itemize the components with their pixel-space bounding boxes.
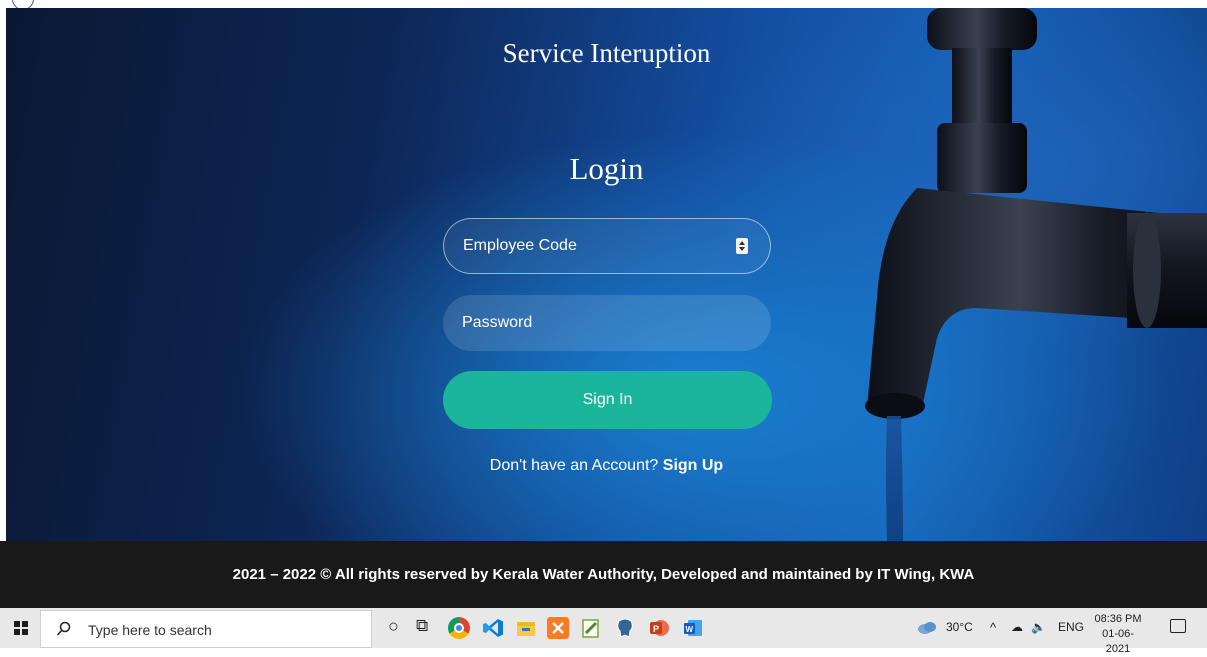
employee-code-field[interactable]: Employee Code: [443, 218, 771, 274]
vscode-icon[interactable]: [482, 617, 504, 639]
powerpoint-icon[interactable]: P: [648, 617, 670, 639]
notepad-plus-plus-icon[interactable]: [580, 617, 602, 639]
onedrive-cloud-icon[interactable]: ☁: [1011, 620, 1023, 634]
spinner-arrows-icon[interactable]: [736, 238, 748, 254]
password-input[interactable]: [443, 295, 771, 351]
svg-text:W: W: [686, 625, 694, 634]
signup-prompt-text: Don't have an Account?: [489, 457, 659, 474]
top-strip: [0, 0, 1207, 10]
hero-background: Service Interuption Login Employee Code …: [6, 8, 1207, 541]
clock-date: 01-06-2021: [1102, 628, 1134, 655]
chrome-icon[interactable]: [448, 617, 470, 639]
windows-taskbar: Type here to search ○ ⧉ P W 30°C ^ ☁ 🔈 E…: [0, 608, 1207, 655]
search-placeholder: Type here to search: [88, 622, 212, 638]
cortana-icon[interactable]: ○: [388, 616, 399, 637]
sign-up-link[interactable]: Sign Up: [663, 457, 723, 474]
windows-start-icon[interactable]: [14, 621, 28, 635]
task-view-icon[interactable]: ⧉: [416, 616, 428, 636]
app-title: Service Interuption: [502, 38, 711, 68]
search-icon: [56, 621, 71, 636]
svg-text:P: P: [653, 624, 659, 634]
weather-cloud-icon[interactable]: [917, 619, 937, 635]
sign-in-button[interactable]: Sign In: [443, 371, 772, 429]
password-field[interactable]: [443, 295, 771, 351]
signup-prompt-line: Don't have an Account? Sign Up: [6, 457, 1207, 475]
weather-temperature[interactable]: 30°C: [946, 620, 973, 634]
chevron-up-icon[interactable]: ^: [990, 620, 996, 635]
login-heading: Login: [569, 151, 644, 186]
xampp-icon[interactable]: [547, 617, 569, 639]
employee-code-label: Employee Code: [463, 237, 577, 254]
language-indicator[interactable]: ENG: [1058, 620, 1084, 634]
taskbar-clock[interactable]: 08:36 PM 01-06-2021: [1093, 612, 1143, 657]
speaker-icon[interactable]: 🔈: [1031, 620, 1046, 634]
word-icon[interactable]: W: [682, 617, 704, 639]
notification-icon[interactable]: [1170, 619, 1186, 633]
file-explorer-icon[interactable]: [515, 617, 537, 639]
clock-time: 08:36 PM: [1094, 613, 1142, 625]
taskbar-search-box[interactable]: Type here to search: [40, 610, 372, 648]
footer-copyright: 2021 – 2022 © All rights reserved by Ker…: [0, 541, 1207, 608]
postgresql-icon[interactable]: [614, 617, 636, 639]
